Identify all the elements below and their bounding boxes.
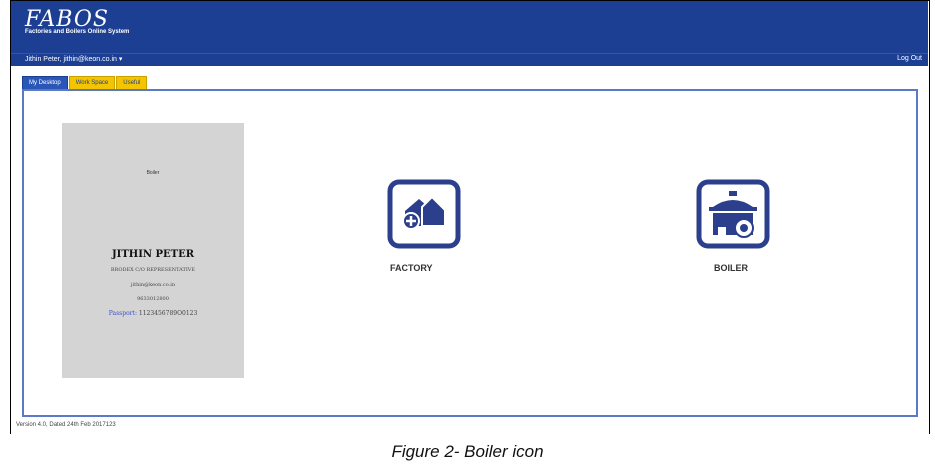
profile-phone: 9633012800 <box>137 296 169 302</box>
profile-subtitle: Boiler <box>146 170 160 176</box>
app-tagline: Factories and Boilers Online System <box>25 29 130 35</box>
boiler-label[interactable]: BOILER <box>714 263 748 273</box>
desktop-panel: Boiler JITHIN PETER BRODEX C/O REPRESENT… <box>22 89 918 417</box>
app-header: FABOS Factories and Boilers Online Syste… <box>11 1 928 53</box>
passport-value: 1123456789O0123 <box>138 310 198 317</box>
boiler-button[interactable] <box>696 179 770 249</box>
version-text: Version 4.0, Dated 24th Feb 2017123 <box>16 422 116 428</box>
factory-label[interactable]: FACTORY <box>390 263 433 273</box>
factory-icon <box>387 179 461 249</box>
passport-label: Passport: <box>108 310 137 317</box>
profile-email: jithin@keon.co.in <box>130 282 176 288</box>
profile-card: Boiler JITHIN PETER BRODEX C/O REPRESENT… <box>62 123 244 378</box>
profile-passport: Passport: 1123456789O0123 <box>62 310 244 317</box>
factory-button[interactable] <box>387 179 461 249</box>
chevron-down-icon: ▾ <box>118 56 123 63</box>
profile-designation: BRODEX C/O REPRESENTATIVE <box>110 267 196 273</box>
boiler-icon <box>696 179 770 249</box>
user-name: Jithin Peter, jithin@keon.co.in <box>25 56 117 63</box>
user-bar: Jithin Peter, jithin@keon.co.in ▾ Log Ou… <box>11 53 928 66</box>
user-menu[interactable]: Jithin Peter, jithin@keon.co.in ▾ <box>25 55 122 63</box>
figure-caption: Figure 2- Boiler icon <box>391 442 544 461</box>
logout-link[interactable]: Log Out <box>897 55 922 62</box>
profile-name: JITHIN PETER <box>111 249 195 260</box>
tab-bar: My Desktop Work Space Useful <box>22 76 148 91</box>
